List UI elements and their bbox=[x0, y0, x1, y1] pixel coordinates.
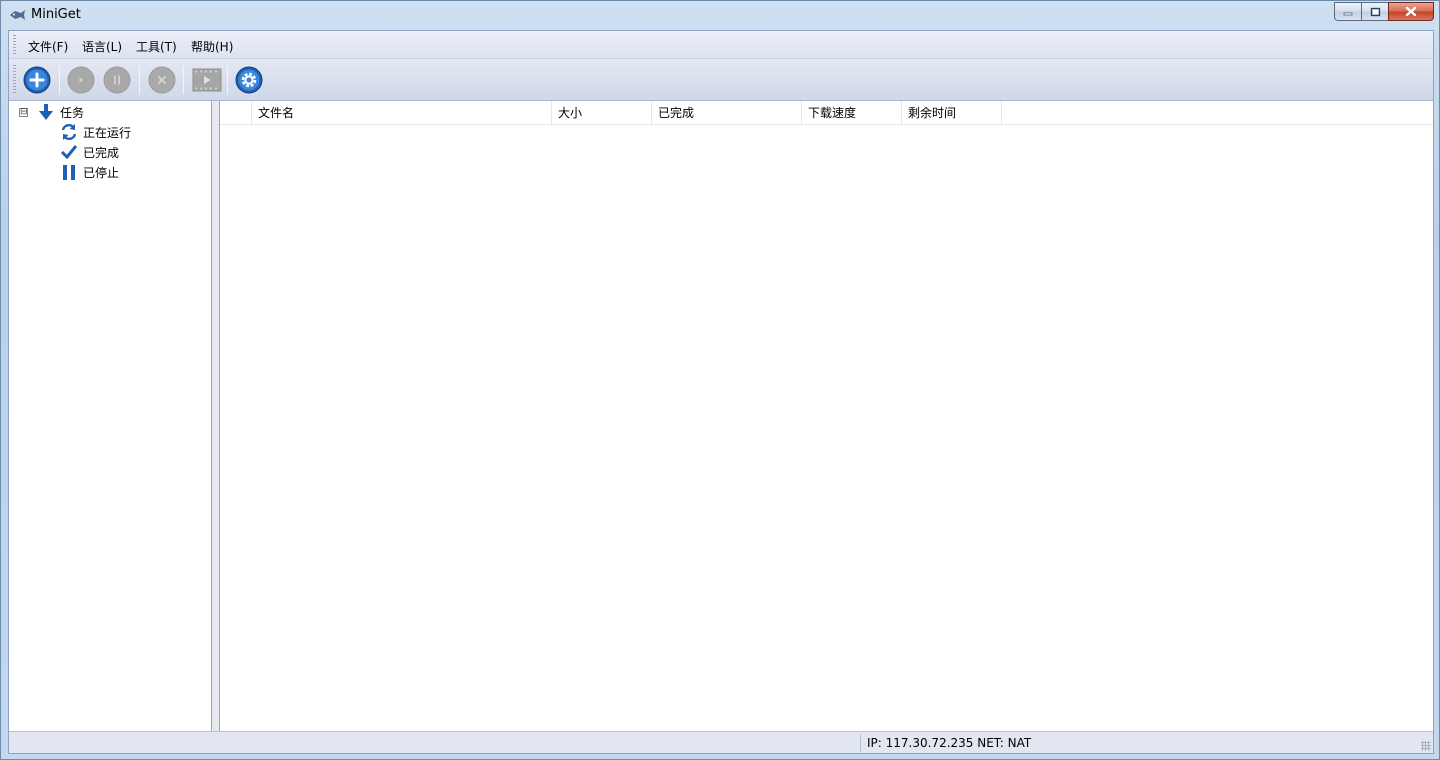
tree-item-label: 已停止 bbox=[83, 165, 120, 180]
check-icon bbox=[60, 143, 78, 161]
tree-item-label: 正在运行 bbox=[83, 125, 132, 140]
start-button[interactable] bbox=[67, 66, 95, 94]
tree-item-label: 任务 bbox=[60, 105, 85, 120]
column-header-completed[interactable]: 已完成 bbox=[652, 101, 802, 125]
toolbar-separator bbox=[139, 66, 140, 94]
minimize-icon bbox=[1343, 12, 1353, 15]
pause-bars-icon bbox=[60, 163, 78, 181]
column-header-filename[interactable]: 文件名 bbox=[252, 101, 552, 125]
menu-tools[interactable]: 工具(T) bbox=[136, 38, 177, 55]
settings-button[interactable] bbox=[235, 66, 263, 94]
tree-item-stopped[interactable]: 已停止 bbox=[60, 162, 119, 182]
toolbar-separator bbox=[59, 66, 60, 94]
maximize-button[interactable] bbox=[1361, 2, 1388, 21]
play-icon bbox=[67, 66, 95, 94]
refresh-icon bbox=[60, 123, 78, 141]
list-header: 文件名 大小 已完成 下载速度 剩余时间 bbox=[220, 101, 1433, 125]
menu-file[interactable]: 文件(F) bbox=[28, 38, 68, 55]
menu-language[interactable]: 语言(L) bbox=[82, 38, 122, 55]
maximize-icon bbox=[1370, 7, 1380, 16]
toolbar-separator bbox=[227, 66, 228, 94]
tree-item-completed[interactable]: 已完成 bbox=[60, 142, 119, 162]
gear-icon bbox=[235, 66, 263, 94]
minimize-button[interactable] bbox=[1334, 2, 1361, 21]
pause-icon bbox=[103, 66, 131, 94]
app-window: MiniGet 文件(F) 语言(L) 工具(T) 帮助(H) ⊟ 任务 正在运… bbox=[0, 0, 1440, 760]
column-header-checkbox[interactable] bbox=[220, 101, 252, 125]
fish-logo-icon bbox=[10, 10, 25, 20]
column-header-size[interactable]: 大小 bbox=[552, 101, 652, 125]
menu-help[interactable]: 帮助(H) bbox=[191, 38, 233, 55]
toolbar-separator bbox=[183, 66, 184, 94]
download-list: 文件名 大小 已完成 下载速度 剩余时间 bbox=[220, 101, 1433, 731]
close-button[interactable] bbox=[1388, 2, 1434, 21]
window-title: MiniGet bbox=[31, 7, 81, 22]
tree-item-running[interactable]: 正在运行 bbox=[60, 122, 131, 142]
menu-bar: 文件(F) 语言(L) 工具(T) 帮助(H) bbox=[9, 31, 1433, 59]
film-play-icon bbox=[192, 68, 222, 92]
preview-button[interactable] bbox=[191, 66, 223, 94]
toolbar-grip[interactable] bbox=[13, 65, 16, 95]
toolbar bbox=[9, 59, 1433, 101]
tree-item-tasks[interactable]: 任务 bbox=[37, 102, 84, 122]
down-arrow-icon bbox=[37, 103, 55, 121]
resize-grip[interactable] bbox=[1421, 741, 1431, 751]
title-bar[interactable]: MiniGet bbox=[1, 1, 1439, 29]
client-area: 文件(F) 语言(L) 工具(T) 帮助(H) ⊟ 任务 正在运行 已完成 已停… bbox=[8, 30, 1434, 754]
tree-item-label: 已完成 bbox=[83, 145, 120, 160]
column-header-speed[interactable]: 下载速度 bbox=[802, 101, 902, 125]
pane-splitter[interactable] bbox=[212, 101, 220, 731]
menubar-grip[interactable] bbox=[13, 35, 16, 55]
x-icon bbox=[148, 66, 176, 94]
category-tree: ⊟ 任务 正在运行 已完成 已停止 bbox=[9, 101, 212, 731]
status-separator bbox=[860, 734, 861, 752]
status-bar: IP: 117.30.72.235 NET: NAT bbox=[9, 731, 1433, 753]
status-network-info: IP: 117.30.72.235 NET: NAT bbox=[867, 736, 1032, 750]
add-task-button[interactable] bbox=[23, 66, 51, 94]
delete-button[interactable] bbox=[148, 66, 176, 94]
column-header-remaining[interactable]: 剩余时间 bbox=[902, 101, 1002, 125]
window-controls bbox=[1334, 2, 1434, 21]
plus-circle-icon bbox=[23, 66, 51, 94]
pause-button[interactable] bbox=[103, 66, 131, 94]
tree-expander[interactable]: ⊟ bbox=[19, 108, 28, 117]
close-icon bbox=[1405, 6, 1417, 17]
